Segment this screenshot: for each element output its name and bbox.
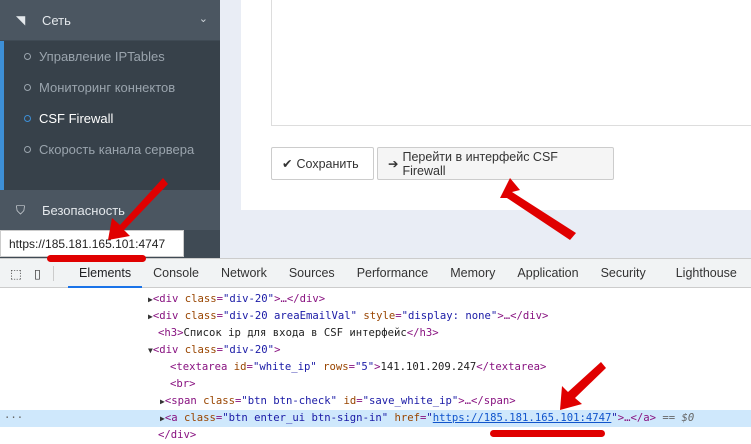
href-link[interactable]: https://185.181.165.101:4747 [433,412,612,424]
sign-in-icon: ➔ [388,157,399,171]
sidebar-item-label: Управление IPTables [39,49,165,64]
enter-csf-button[interactable]: ➔ Перейти в интерфейс CSF Firewall [377,147,614,180]
sidebar-item-iptables[interactable]: Управление IPTables [4,41,220,72]
sidebar-item-connections[interactable]: Мониторинг коннектов [4,72,220,103]
sidebar-item-label: Скорость канала сервера [39,142,195,157]
tab-memory[interactable]: Memory [439,259,506,288]
circle-icon [24,53,31,60]
dom-node[interactable]: ▼<div class="div-20"> [0,342,751,359]
console-ref: == $0 [662,412,695,424]
circle-icon [24,115,31,122]
enter-label: Перейти в интерфейс CSF Firewall [402,149,558,178]
link-tooltip: https://185.181.165.101:4747 [0,230,184,257]
device-toolbar-icon[interactable]: ▯ [34,265,54,281]
tab-elements[interactable]: Elements [68,259,143,288]
dom-node[interactable]: ▶<div class="div-20 areaEmailVal" style=… [0,308,751,325]
sidebar-item-label: Сеть [42,12,71,28]
sidebar-item-network[interactable]: ◥ Сеть ⌄ [0,0,220,40]
dom-node-selected[interactable]: ··· ▶<a class="btn enter_ui btn-sign-in" … [0,410,751,427]
white-ip-textarea[interactable] [271,0,751,126]
tab-performance[interactable]: Performance [346,259,440,288]
tab-console[interactable]: Console [142,259,210,288]
tab-network[interactable]: Network [210,259,278,288]
dom-node[interactable]: ▶<div class="div-20">…</div> [0,291,751,308]
rss-icon: ◥ [16,13,26,27]
devtools: ⬚ ▯ Elements Console Network Sources Per… [0,258,751,443]
shield-icon: ⛉ [16,202,26,217]
dom-tree: ▶<div class="div-20">…</div> ▶<div class… [0,288,751,444]
sidebar: ◥ Сеть ⌄ Управление IPTables Мониторинг … [0,0,220,258]
check-icon: ✔ [282,157,293,171]
app: ◥ Сеть ⌄ Управление IPTables Мониторинг … [0,0,751,258]
sidebar-item-label: Мониторинг коннектов [39,80,176,95]
sidebar-item-csf-firewall[interactable]: CSF Firewall [4,103,220,134]
circle-icon [24,84,31,91]
sidebar-item-label: CSF Firewall [39,111,114,126]
dom-node[interactable]: ▶<span class="btn btn-check" id="save_wh… [0,393,751,410]
tab-sources[interactable]: Sources [278,259,346,288]
devtools-toolbar: ⬚ ▯ Elements Console Network Sources Per… [0,259,751,288]
sidebar-item-security[interactable]: ⛉ Безопасность [0,190,220,230]
tab-security[interactable]: Security [590,259,657,288]
dom-node[interactable]: <h3>Список ip для входа в CSF интерфейс<… [0,325,751,342]
inspect-icon[interactable]: ⬚ [10,266,30,281]
save-button[interactable]: ✔ Сохранить [271,147,374,180]
sidebar-item-label: Безопасность [42,202,125,218]
chevron-down-icon: ⌄ [198,13,208,25]
network-submenu: Управление IPTables Мониторинг коннектов… [0,41,220,190]
tab-lighthouse[interactable]: Lighthouse [665,259,748,288]
save-label: Сохранить [296,156,359,171]
dom-node[interactable]: <textarea id="white_ip" rows="5">141.101… [0,359,751,376]
tab-application[interactable]: Application [506,259,589,288]
more-icon[interactable]: ··· [4,410,23,427]
sidebar-item-speed[interactable]: Скорость канала сервера [4,134,220,165]
dom-node[interactable]: </div> [0,427,751,444]
dom-node[interactable]: <br> [0,376,751,393]
circle-icon [24,146,31,153]
